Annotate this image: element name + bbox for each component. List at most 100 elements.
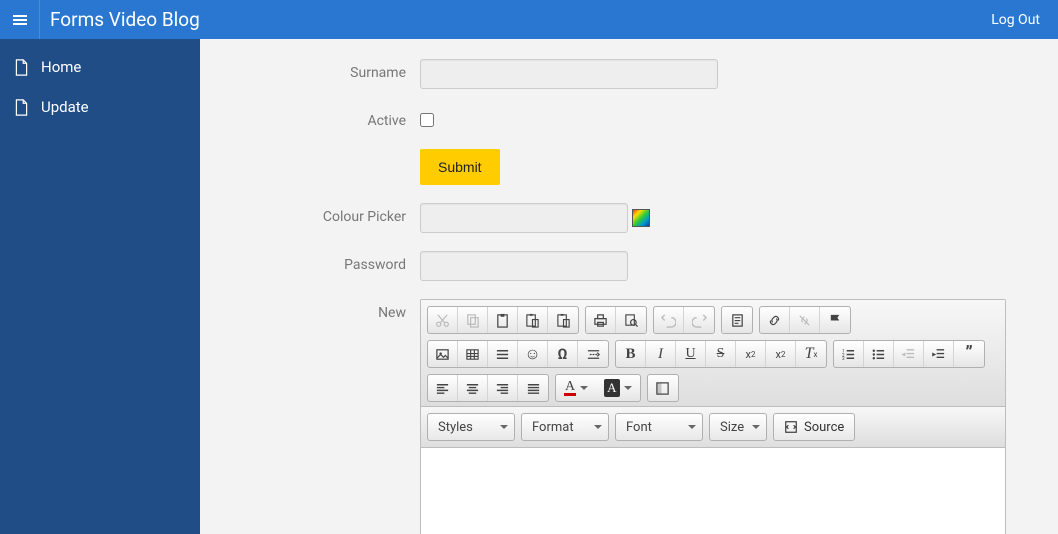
- unlink-button[interactable]: [790, 307, 820, 333]
- magnifier-icon: [624, 313, 639, 328]
- align-left-icon: [435, 381, 450, 396]
- template-icon: [730, 313, 745, 328]
- sidebar-item-home[interactable]: Home: [0, 47, 200, 87]
- font-combo[interactable]: Font: [615, 413, 703, 441]
- table-icon: [465, 347, 480, 362]
- scissors-icon: [435, 313, 450, 328]
- align-center-button[interactable]: [458, 375, 488, 401]
- svg-text:3: 3: [842, 356, 845, 362]
- clipboard-word-icon: [556, 313, 571, 328]
- colour-label: Colour Picker: [230, 203, 420, 225]
- redo-icon: [692, 313, 707, 328]
- image-icon: [435, 347, 450, 362]
- source-icon: [784, 420, 798, 434]
- paste-button[interactable]: [488, 307, 518, 333]
- colour-swatch-button[interactable]: [632, 209, 650, 227]
- link-button[interactable]: [760, 307, 790, 333]
- bulletlist-button[interactable]: [864, 341, 894, 367]
- editor-toolbar: ☺ Ω B I U S x2 x2 Tx: [421, 300, 1005, 407]
- format-combo[interactable]: Format: [521, 413, 609, 441]
- sidebar-item-update[interactable]: Update: [0, 87, 200, 127]
- menu-icon: [12, 12, 28, 28]
- specialchar-button[interactable]: Ω: [548, 341, 578, 367]
- new-label: New: [230, 299, 420, 321]
- omega-icon: Ω: [557, 345, 567, 363]
- subscript-button[interactable]: x2: [736, 341, 766, 367]
- surname-input[interactable]: [420, 59, 718, 89]
- hr-icon: [495, 347, 510, 362]
- paste-word-button[interactable]: [548, 307, 578, 333]
- colour-input[interactable]: [420, 203, 628, 233]
- pagebreak-button[interactable]: [578, 341, 608, 367]
- printer-icon: [593, 313, 608, 328]
- clipboard-icon: [495, 313, 510, 328]
- clipboard-text-icon: [525, 313, 540, 328]
- maximize-icon: [655, 381, 670, 396]
- sidebar-item-label: Update: [41, 98, 89, 116]
- bold-button[interactable]: B: [616, 341, 646, 367]
- editor-content-area[interactable]: [421, 448, 1005, 534]
- underline-button[interactable]: U: [676, 341, 706, 367]
- top-bar: Forms Video Blog Log Out: [0, 0, 1058, 39]
- indent-button[interactable]: [924, 341, 954, 367]
- source-button[interactable]: Source: [773, 413, 855, 441]
- copy-button[interactable]: [458, 307, 488, 333]
- unlink-icon: [797, 313, 812, 328]
- submit-button[interactable]: Submit: [420, 149, 500, 185]
- active-label: Active: [230, 107, 420, 129]
- superscript-button[interactable]: x2: [766, 341, 796, 367]
- flag-icon: [828, 313, 843, 328]
- cut-button[interactable]: [428, 307, 458, 333]
- logout-link[interactable]: Log Out: [991, 12, 1058, 28]
- editor-combo-row: Styles Format Font Size Source: [421, 407, 1005, 448]
- redo-button[interactable]: [684, 307, 714, 333]
- password-label: Password: [230, 251, 420, 273]
- outdent-button[interactable]: [894, 341, 924, 367]
- rich-text-editor: ☺ Ω B I U S x2 x2 Tx: [420, 299, 1006, 534]
- app-title: Forms Video Blog: [40, 8, 200, 31]
- print-button[interactable]: [586, 307, 616, 333]
- table-button[interactable]: [458, 341, 488, 367]
- align-center-icon: [465, 381, 480, 396]
- main-content: Surname Active Submit Colour Picker Pass…: [200, 39, 1058, 534]
- removeformat-button[interactable]: Tx: [796, 341, 826, 367]
- active-checkbox[interactable]: [420, 113, 434, 127]
- smiley-button[interactable]: ☺: [518, 341, 548, 367]
- document-icon: [14, 59, 29, 76]
- align-justify-icon: [526, 381, 541, 396]
- hr-button[interactable]: [488, 341, 518, 367]
- hamburger-button[interactable]: [0, 0, 40, 39]
- sidebar: Home Update: [0, 39, 200, 534]
- indent-icon: [931, 347, 946, 362]
- numlist-button[interactable]: 123: [834, 341, 864, 367]
- password-input[interactable]: [420, 251, 628, 281]
- smiley-icon: ☺: [524, 344, 540, 364]
- strike-button[interactable]: S: [706, 341, 736, 367]
- italic-button[interactable]: I: [646, 341, 676, 367]
- align-right-button[interactable]: [488, 375, 518, 401]
- bgcolor-button[interactable]: A: [596, 375, 639, 401]
- outdent-icon: [901, 347, 916, 362]
- textcolor-button[interactable]: A: [556, 375, 596, 401]
- ul-icon: [871, 347, 886, 362]
- quote-icon: ”: [965, 350, 972, 358]
- paste-text-button[interactable]: [518, 307, 548, 333]
- anchor-button[interactable]: [820, 307, 850, 333]
- pagebreak-icon: [586, 347, 601, 362]
- sidebar-item-label: Home: [41, 58, 81, 76]
- copy-icon: [465, 313, 480, 328]
- ol-icon: 123: [841, 347, 856, 362]
- size-combo[interactable]: Size: [709, 413, 767, 441]
- align-left-button[interactable]: [428, 375, 458, 401]
- undo-icon: [661, 313, 676, 328]
- undo-button[interactable]: [654, 307, 684, 333]
- link-icon: [767, 313, 782, 328]
- templates-button[interactable]: [722, 307, 752, 333]
- preview-button[interactable]: [616, 307, 646, 333]
- document-icon: [14, 99, 29, 116]
- blockquote-button[interactable]: ”: [954, 341, 984, 367]
- maximize-button[interactable]: [648, 375, 678, 401]
- styles-combo[interactable]: Styles: [427, 413, 515, 441]
- image-button[interactable]: [428, 341, 458, 367]
- align-justify-button[interactable]: [518, 375, 548, 401]
